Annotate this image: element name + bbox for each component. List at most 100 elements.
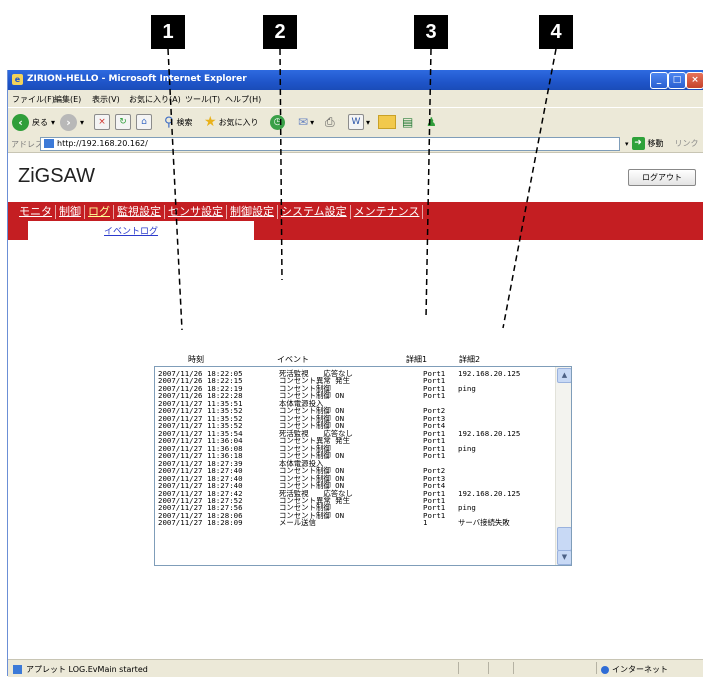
row-detail1: 1 [423,518,428,528]
scroll-thumb[interactable] [557,527,571,551]
ie-icon: e [12,74,23,85]
menu-help[interactable]: ヘルプ(H) [225,94,261,105]
status-bar: アプレット LOG.EvMain started インターネット [8,659,703,677]
history-icon: ◷ [270,114,285,130]
row-detail2 [458,460,553,467]
logout-button[interactable]: ログアウト [628,169,696,186]
browser-window: e ZIRION-HELLO - Microsoft Internet Expl… [7,70,703,677]
tab-monitor-settings[interactable]: 監視設定 [114,205,165,219]
edit-button[interactable]: W ▾ [348,113,370,131]
back-arrow-icon: ‹ [12,113,29,131]
folder-icon [378,115,396,129]
forward-button[interactable]: › ▾ [60,113,84,131]
tab-system-settings[interactable]: システム設定 [278,205,351,219]
stop-icon: × [94,114,110,130]
tab-sensor-settings[interactable]: センサ設定 [165,205,227,219]
chevron-down-icon: ▾ [366,117,371,127]
menu-favorites[interactable]: お気に入り(A) [129,94,181,105]
tab-control-settings[interactable]: 制御設定 [227,205,278,219]
scroll-up-button[interactable]: ▲ [557,368,571,383]
tab-control[interactable]: 制御 [56,205,85,219]
chevron-down-icon: ▾ [625,139,629,148]
app-logo: ZiGSAW [18,165,96,187]
row-detail2 [458,407,553,414]
main-nav: モニタ 制御 ログ 監視設定 センサ設定 制御設定 システム設定 メンテナンス … [8,202,703,240]
scroll-down-button[interactable]: ▼ [557,550,571,565]
row-detail1: Port1 [423,451,446,461]
status-divider [513,662,514,674]
row-detail1: Port1 [423,510,446,520]
address-bar: アドレス(D) http://192.168.20.162/ ▾ ➜ 移動 リン… [8,136,703,153]
folder-button[interactable] [378,113,396,131]
status-divider [458,662,459,674]
scrollbar[interactable]: ▲ ▼ [555,367,571,565]
close-button[interactable]: × [686,72,703,89]
print-button[interactable]: ⎙ [325,113,335,131]
row-detail2 [458,392,553,399]
row-detail2 [458,452,553,459]
mail-button[interactable]: ✉ ▾ [298,113,314,131]
tab-maintenance[interactable]: メンテナンス [351,205,424,219]
nav-tabs: モニタ 制御 ログ 監視設定 センサ設定 制御設定 システム設定 メンテナンス [16,205,424,219]
title-bar: e ZIRION-HELLO - Microsoft Internet Expl… [8,70,703,90]
row-detail2 [458,467,553,474]
column-header-detail2: 詳細2 [459,355,481,364]
word-icon: W [348,114,364,130]
menu-bar: ファイル(F) 編集(E) 表示(V) お気に入り(A) ツール(T) ヘルプ(… [8,90,703,107]
globe-icon [601,665,609,674]
go-label: 移動 [647,139,664,148]
search-icon: ⚲ [164,114,174,130]
event-log-rows: 2007/11/26 18:22:05 死活監視 応答なし Port1 192.168… [158,370,554,527]
tab-log[interactable]: ログ [85,205,114,219]
row-detail2 [458,400,553,407]
callout-marker-3: 3 [414,15,448,49]
favorites-button[interactable]: ★ お気に入り [204,113,259,131]
subtab-event-log[interactable]: イベントログ [104,224,158,237]
column-header-detail1: 詳細1 [406,355,428,364]
address-input[interactable]: http://192.168.20.162/ [40,137,620,151]
table-row: 2007/11/27 18:28:09 メール送信 1 サーバ接続失敗 [158,518,554,528]
row-detail2: ping [458,503,476,513]
status-message: アプレット LOG.EvMain started [26,665,148,674]
callout-marker-1: 1 [151,15,185,49]
refresh-button[interactable]: ↻ [115,113,131,131]
status-divider [596,662,597,674]
back-label: 戻る [32,117,48,127]
subtab-panel: イベントログ [28,221,254,240]
stop-button[interactable]: × [94,113,110,131]
search-label: 検索 [176,117,193,127]
search-button[interactable]: ⚲ 検索 [164,113,193,131]
tab-monitor[interactable]: モニタ [16,205,56,219]
zone-label: インターネット [612,665,668,674]
menu-file[interactable]: ファイル(F) [12,94,55,105]
home-icon: ⌂ [136,114,152,130]
address-url: http://192.168.20.162/ [57,139,148,148]
favorites-label: お気に入り [218,117,259,127]
row-detail2: ping [458,443,476,453]
people-icon: ♟ [426,115,437,129]
menu-edit[interactable]: 編集(E) [54,94,81,105]
menu-view[interactable]: 表示(V) [92,94,120,105]
book-icon: ▤ [402,115,414,129]
history-button[interactable]: ◷ [270,113,285,131]
window-title: ZIRION-HELLO - Microsoft Internet Explor… [27,74,247,84]
links-label[interactable]: リンク [675,138,699,149]
row-time: 2007/11/27 18:28:09 [158,518,243,528]
row-detail2: ping [458,383,476,393]
research-button[interactable]: ▤ [402,113,413,131]
status-text: アプレット LOG.EvMain started [13,664,148,675]
event-log-list[interactable]: 2007/11/26 18:22:05 死活監視 応答なし Port1 192.168… [154,366,572,566]
chevron-down-icon: ▾ [51,117,56,127]
minimize-button[interactable]: _ [650,72,668,89]
go-button[interactable]: ▾ ➜ 移動 リンク [625,137,699,150]
chevron-down-icon: ▾ [80,117,85,127]
maximize-button[interactable]: □ [668,72,686,89]
callout-marker-4: 4 [539,15,573,49]
back-button[interactable]: ‹ 戻る ▾ [12,113,55,131]
column-header-event: イベント [277,355,309,364]
home-button[interactable]: ⌂ [136,113,152,131]
messenger-button[interactable]: ♟ [426,113,437,131]
page-icon [44,139,54,148]
menu-tools[interactable]: ツール(T) [185,94,220,105]
chevron-down-icon: ▾ [310,117,315,127]
